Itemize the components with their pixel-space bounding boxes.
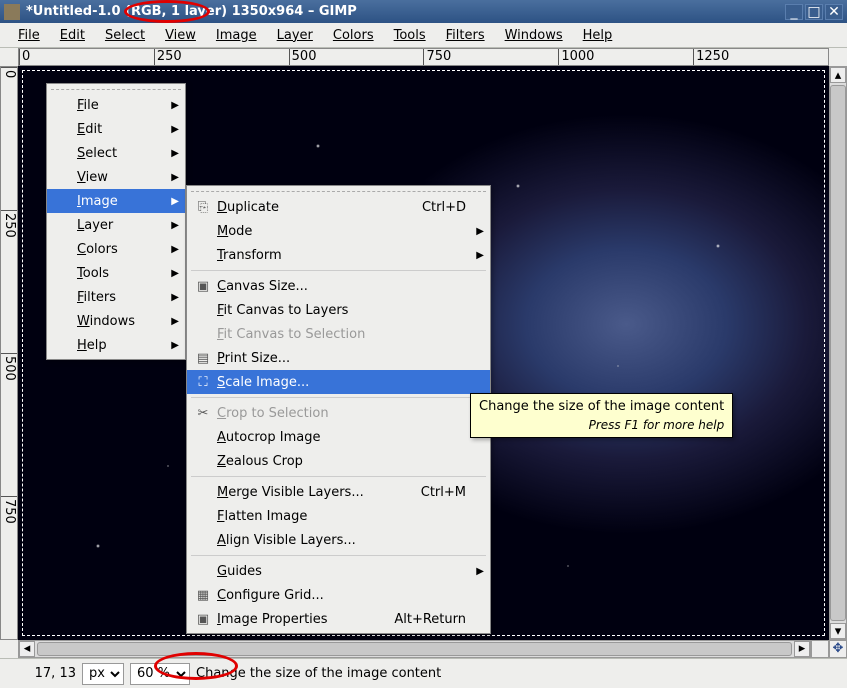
ctx-image-item[interactable]: ▣Canvas Size...: [187, 274, 490, 298]
ctx-main-item-help[interactable]: Help▶: [47, 333, 185, 357]
zoom-select[interactable]: 60 %: [130, 663, 190, 685]
menu-colors[interactable]: Colors: [323, 25, 384, 46]
ruler-tick: 500: [289, 49, 424, 65]
tooltip-text: Change the size of the image content: [479, 399, 724, 414]
maximize-button[interactable]: □: [805, 4, 823, 20]
close-button[interactable]: ✕: [825, 4, 843, 20]
menu-filters[interactable]: Filters: [436, 25, 495, 46]
menu-windows[interactable]: Windows: [495, 25, 573, 46]
quick-mask-button[interactable]: [811, 640, 829, 658]
context-menu-main: File▶Edit▶Select▶View▶Image▶Layer▶Colors…: [46, 83, 186, 360]
ctx-main-item-colors[interactable]: Colors▶: [47, 237, 185, 261]
context-menu-image: ⎘DuplicateCtrl+DMode▶Transform▶ ▣Canvas S…: [186, 185, 491, 634]
ctx-image-item[interactable]: ⎘DuplicateCtrl+D: [187, 195, 490, 219]
status-message: Change the size of the image content: [196, 666, 841, 681]
ctx-image-item[interactable]: Zealous Crop: [187, 449, 490, 473]
ctx-image-item[interactable]: Flatten Image: [187, 504, 490, 528]
menu-tools[interactable]: Tools: [384, 25, 436, 46]
ctx-image-item[interactable]: Transform▶: [187, 243, 490, 267]
menu-edit[interactable]: Edit: [50, 25, 95, 46]
menu-help[interactable]: Help: [573, 25, 623, 46]
ctx-main-item-windows[interactable]: Windows▶: [47, 309, 185, 333]
minimize-button[interactable]: _: [785, 4, 803, 20]
ctx-image-item: ✂Crop to Selection: [187, 401, 490, 425]
tooltip: Change the size of the image content Pre…: [470, 393, 733, 438]
ctx-image-item[interactable]: ▦Configure Grid...: [187, 583, 490, 607]
ctx-image-item[interactable]: ▣Image PropertiesAlt+Return: [187, 607, 490, 631]
ctx-main-item-select[interactable]: Select▶: [47, 141, 185, 165]
ctx-main-item-layer[interactable]: Layer▶: [47, 213, 185, 237]
ruler-tick: 750: [423, 49, 558, 65]
scroll-down-arrow-icon[interactable]: ▾: [830, 623, 846, 639]
scroll-thumb[interactable]: [37, 642, 792, 656]
ctx-image-item: Fit Canvas to Selection: [187, 322, 490, 346]
app-icon: [4, 4, 20, 20]
ctx-image-item[interactable]: ▤Print Size...: [187, 346, 490, 370]
scrollbar-vertical[interactable]: ▴ ▾: [829, 66, 847, 640]
window-titlebar: *Untitled-1.0 (RGB, 1 layer) 1350x964 – …: [0, 0, 847, 23]
ruler-tick: 0: [1, 67, 17, 210]
ctx-main-item-filters[interactable]: Filters▶: [47, 285, 185, 309]
ctx-image-item[interactable]: Guides▶: [187, 559, 490, 583]
ctx-main-item-tools[interactable]: Tools▶: [47, 261, 185, 285]
scrollbar-horizontal[interactable]: ◂ ▸: [18, 640, 811, 658]
ruler-vertical[interactable]: 0 250 500 750: [0, 66, 18, 640]
scroll-left-arrow-icon[interactable]: ◂: [19, 641, 35, 657]
ctx-image-item[interactable]: Autocrop Image: [187, 425, 490, 449]
ruler-tick: 250: [1, 210, 17, 353]
scroll-up-arrow-icon[interactable]: ▴: [830, 67, 846, 83]
unit-select[interactable]: px: [82, 663, 124, 685]
scroll-right-arrow-icon[interactable]: ▸: [794, 641, 810, 657]
ctx-main-item-edit[interactable]: Edit▶: [47, 117, 185, 141]
tooltip-subtext: Press F1 for more help: [479, 418, 724, 432]
ctx-image-item[interactable]: ⛶Scale Image...: [187, 370, 490, 394]
ruler-tick: 1000: [558, 49, 693, 65]
ctx-main-item-file[interactable]: File▶: [47, 93, 185, 117]
ruler-tick: 1250: [693, 49, 828, 65]
menu-image[interactable]: Image: [206, 25, 267, 46]
ctx-image-item[interactable]: Fit Canvas to Layers: [187, 298, 490, 322]
ruler-tick: 750: [1, 496, 17, 639]
ctx-main-item-view[interactable]: View▶: [47, 165, 185, 189]
scroll-thumb[interactable]: [830, 85, 846, 621]
ruler-tick: 0: [19, 49, 154, 65]
statusbar: 17, 13 px 60 % Change the size of the im…: [0, 658, 847, 688]
menu-view[interactable]: View: [155, 25, 206, 46]
navigation-icon[interactable]: ✥: [829, 640, 847, 658]
ctx-main-item-image[interactable]: Image▶: [47, 189, 185, 213]
pointer-coords: 17, 13: [6, 666, 76, 681]
menu-select[interactable]: Select: [95, 25, 155, 46]
window-title: *Untitled-1.0 (RGB, 1 layer) 1350x964 – …: [26, 4, 785, 19]
menu-layer[interactable]: Layer: [267, 25, 323, 46]
menubar: File Edit Select View Image Layer Colors…: [0, 23, 847, 48]
menu-file[interactable]: File: [8, 25, 50, 46]
ctx-image-item[interactable]: Align Visible Layers...: [187, 528, 490, 552]
ruler-tick: 250: [154, 49, 289, 65]
ctx-image-item[interactable]: Merge Visible Layers...Ctrl+M: [187, 480, 490, 504]
ruler-tick: 500: [1, 353, 17, 496]
ruler-horizontal[interactable]: 0 250 500 750 1000 1250: [18, 48, 829, 66]
ctx-image-item[interactable]: Mode▶: [187, 219, 490, 243]
